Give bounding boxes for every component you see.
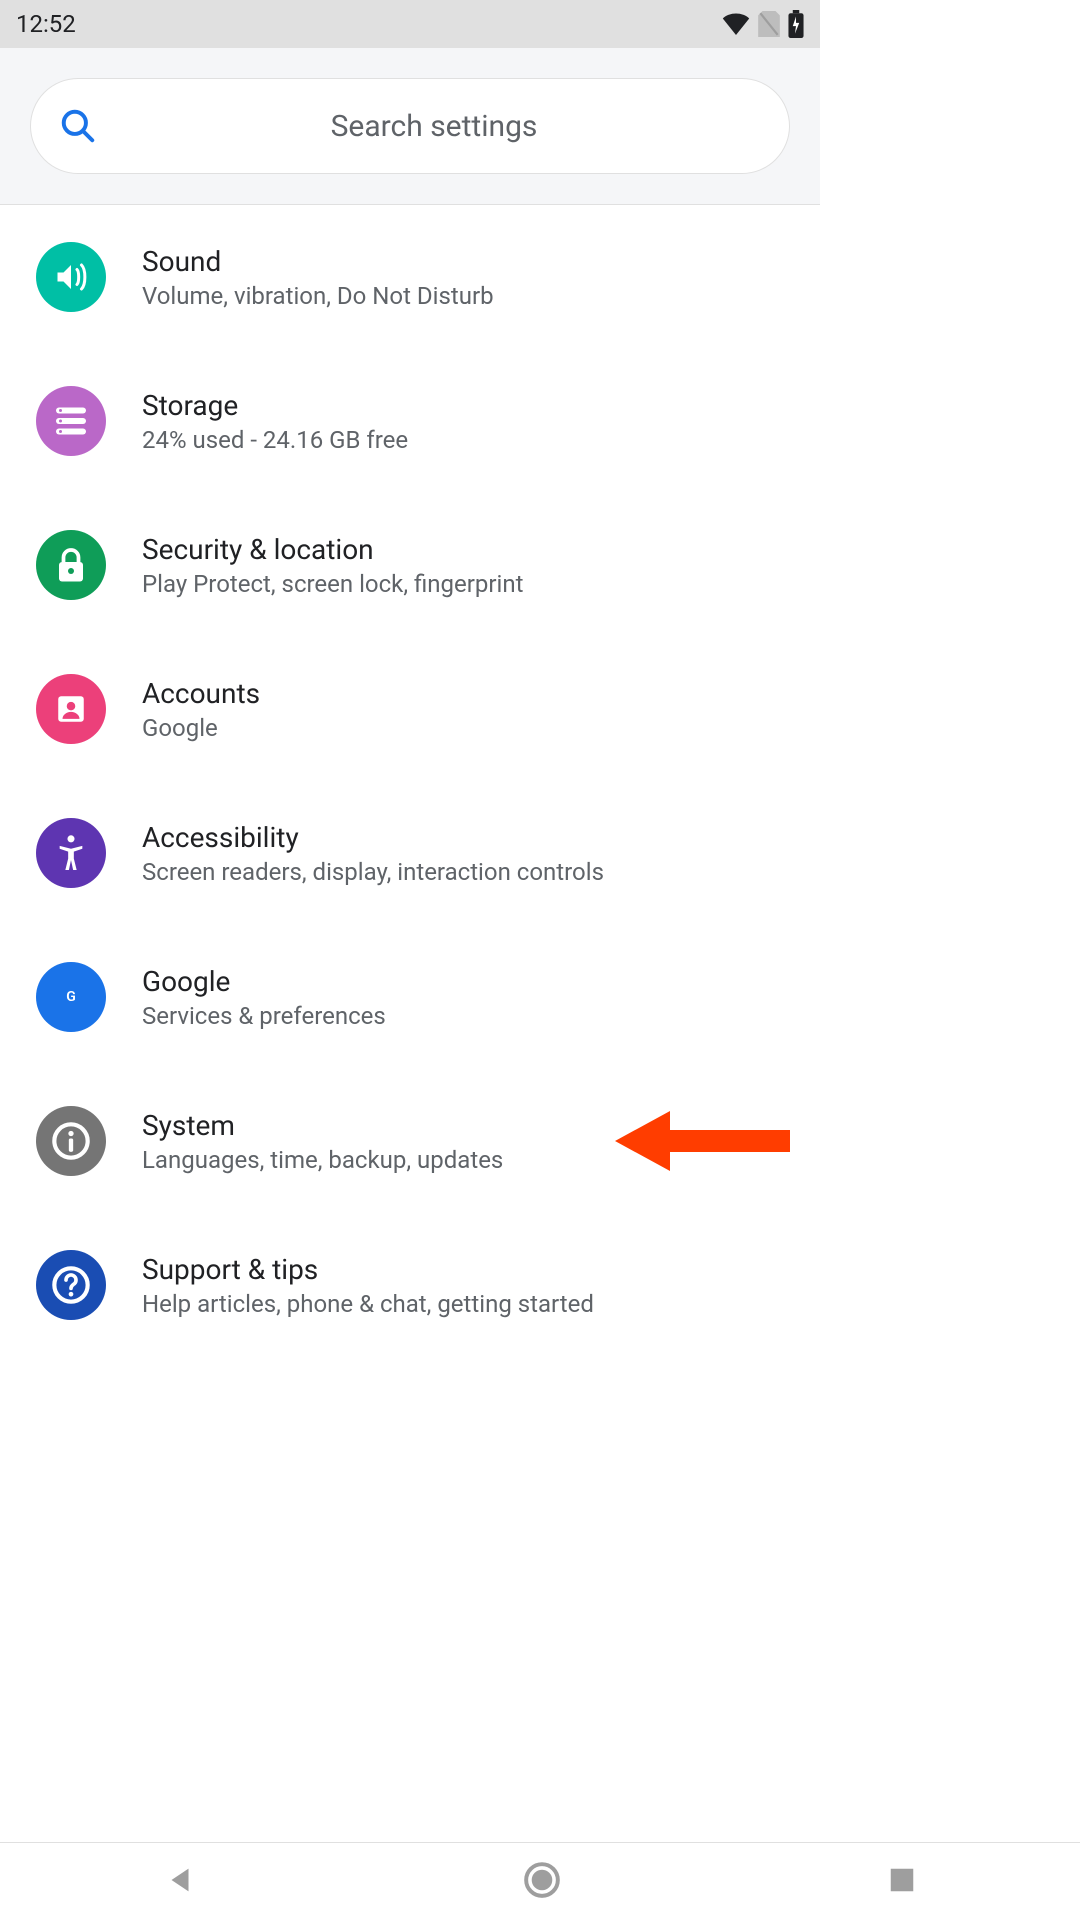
item-title: Sound bbox=[142, 245, 494, 278]
search-icon bbox=[59, 107, 97, 145]
lock-icon bbox=[36, 530, 106, 600]
search-settings[interactable]: Search settings bbox=[30, 78, 790, 174]
item-title: Accessibility bbox=[142, 821, 604, 854]
settings-item-sound[interactable]: Sound Volume, vibration, Do Not Disturb bbox=[0, 205, 820, 349]
help-icon bbox=[36, 1250, 106, 1320]
google-icon: G bbox=[36, 962, 106, 1032]
settings-item-storage[interactable]: Storage 24% used - 24.16 GB free bbox=[0, 349, 820, 493]
status-icons bbox=[722, 10, 804, 38]
item-title: Support & tips bbox=[142, 1253, 594, 1286]
settings-item-accounts[interactable]: Accounts Google bbox=[0, 637, 820, 781]
account-icon bbox=[36, 674, 106, 744]
item-subtitle: Services & preferences bbox=[142, 1002, 386, 1030]
annotation-arrow-icon bbox=[615, 1106, 790, 1176]
navigation-bar bbox=[0, 1842, 1080, 1920]
item-subtitle: Screen readers, display, interaction con… bbox=[142, 858, 604, 886]
nav-recent-button[interactable] bbox=[887, 1865, 917, 1899]
settings-item-security[interactable]: Security & location Play Protect, screen… bbox=[0, 493, 820, 637]
item-subtitle: Languages, time, backup, updates bbox=[142, 1146, 503, 1174]
settings-item-google[interactable]: G Google Services & preferences bbox=[0, 925, 820, 1069]
search-placeholder: Search settings bbox=[107, 109, 761, 144]
accessibility-icon bbox=[36, 818, 106, 888]
item-title: Accounts bbox=[142, 677, 260, 710]
item-subtitle: Volume, vibration, Do Not Disturb bbox=[142, 282, 494, 310]
item-subtitle: 24% used - 24.16 GB free bbox=[142, 426, 408, 454]
battery-charging-icon bbox=[788, 10, 804, 38]
info-icon bbox=[36, 1106, 106, 1176]
search-container: Search settings bbox=[0, 48, 820, 205]
nav-home-button[interactable] bbox=[523, 1861, 561, 1903]
status-time: 12:52 bbox=[16, 10, 76, 38]
item-title: Google bbox=[142, 965, 386, 998]
item-title: System bbox=[142, 1109, 503, 1142]
settings-item-accessibility[interactable]: Accessibility Screen readers, display, i… bbox=[0, 781, 820, 925]
no-sim-icon bbox=[758, 11, 780, 37]
item-subtitle: Google bbox=[142, 714, 260, 742]
item-title: Security & location bbox=[142, 533, 523, 566]
item-subtitle: Help articles, phone & chat, getting sta… bbox=[142, 1290, 594, 1318]
status-bar: 12:52 bbox=[0, 0, 820, 48]
item-subtitle: Play Protect, screen lock, fingerprint bbox=[142, 570, 523, 598]
settings-item-system[interactable]: System Languages, time, backup, updates bbox=[0, 1069, 820, 1213]
wifi-icon bbox=[722, 13, 750, 35]
item-title: Storage bbox=[142, 389, 408, 422]
storage-icon bbox=[36, 386, 106, 456]
nav-back-button[interactable] bbox=[163, 1863, 197, 1901]
settings-item-support[interactable]: Support & tips Help articles, phone & ch… bbox=[0, 1213, 820, 1357]
settings-list: Sound Volume, vibration, Do Not Disturb … bbox=[0, 205, 820, 1357]
sound-icon bbox=[36, 242, 106, 312]
